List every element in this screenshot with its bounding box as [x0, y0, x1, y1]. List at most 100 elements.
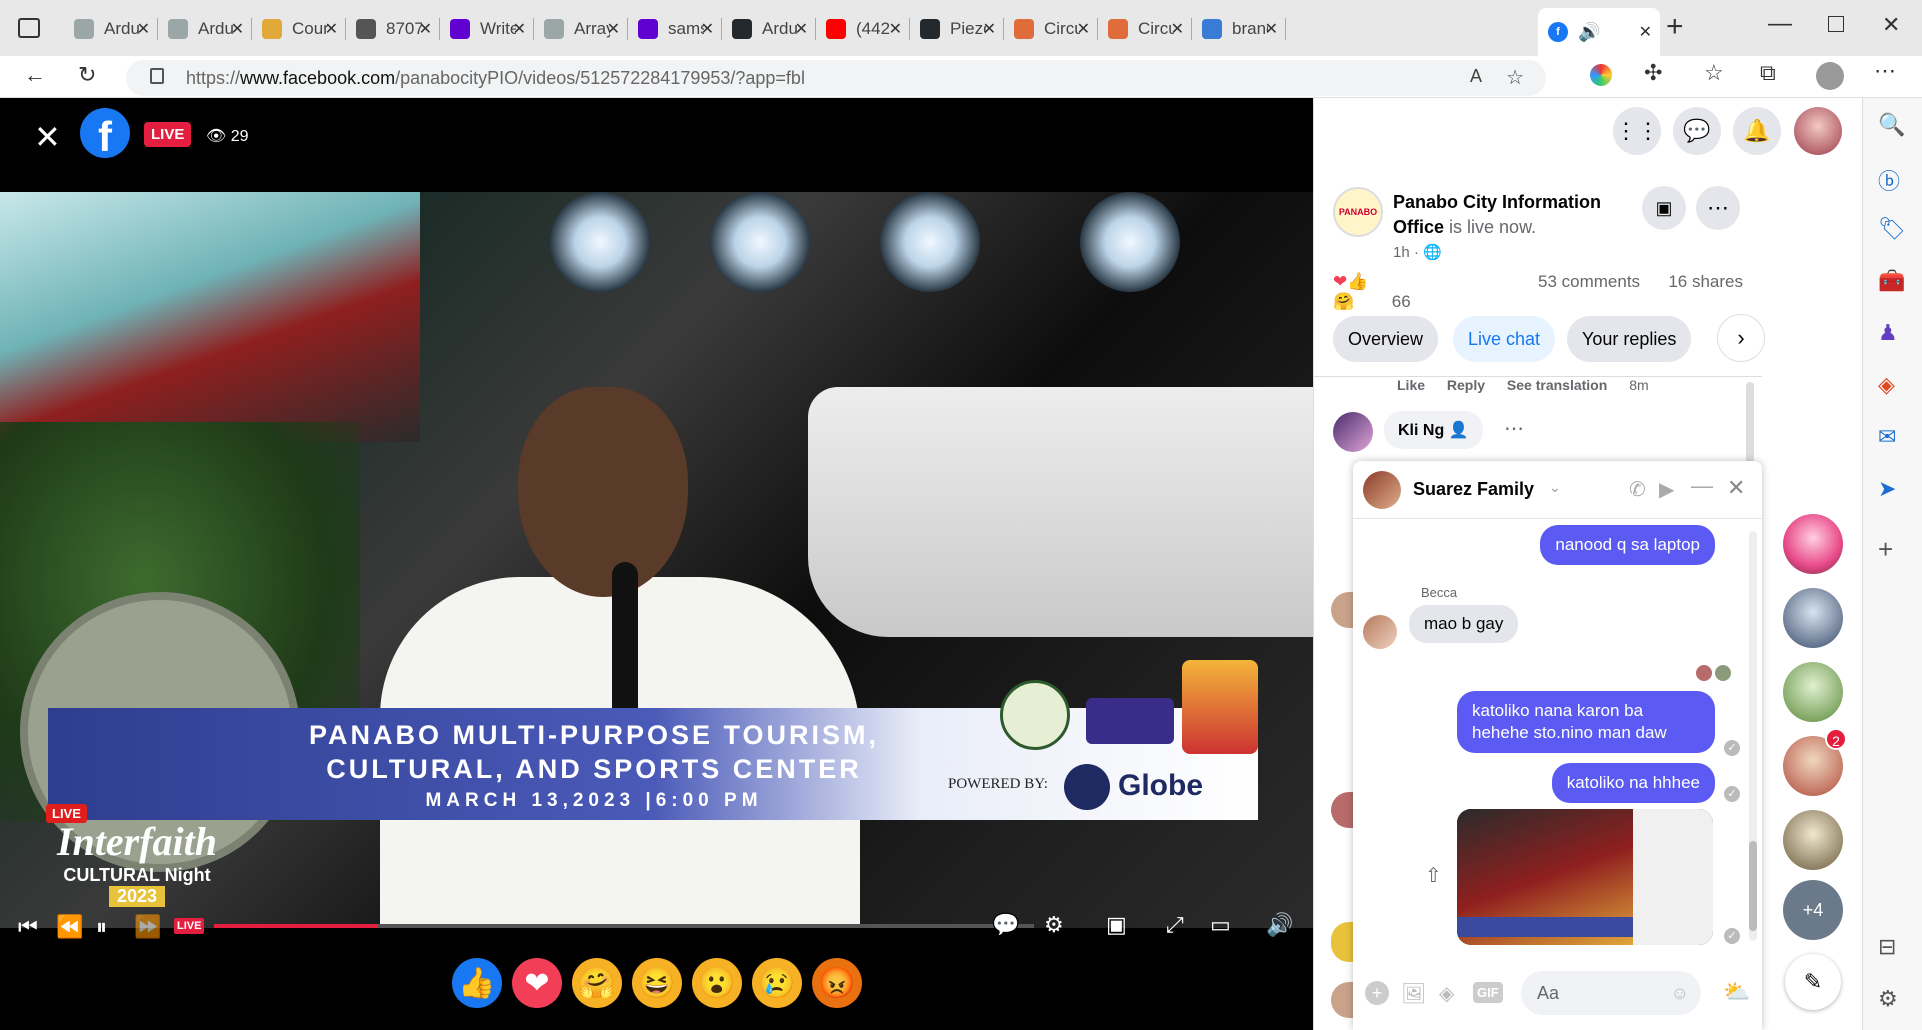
new-tab-button[interactable]: +: [1666, 10, 1684, 44]
tab-actions-icon[interactable]: [18, 18, 40, 38]
close-tab-icon[interactable]: ✕: [795, 19, 808, 39]
close-tab-icon[interactable]: ✕: [701, 19, 714, 39]
facebook-logo[interactable]: f: [80, 108, 130, 158]
sad-reaction-icon[interactable]: 😢: [752, 958, 802, 1008]
progress-bar[interactable]: [214, 924, 1034, 928]
favorites-icon[interactable]: ☆: [1704, 60, 1724, 86]
volume-icon[interactable]: 🔊: [1266, 912, 1293, 938]
commenter-name[interactable]: Kli Ng: [1398, 422, 1444, 439]
tab-live-chat[interactable]: Live chat: [1453, 316, 1556, 362]
close-video-icon[interactable]: ✕: [34, 118, 61, 156]
fullscreen-icon[interactable]: ⤢: [1166, 912, 1184, 938]
skip-back-icon[interactable]: ⏮: [18, 914, 38, 940]
browser-tab[interactable]: sams✕: [628, 10, 722, 48]
add-sidebar-icon[interactable]: +: [1878, 534, 1893, 565]
wow-reaction-icon[interactable]: 😮: [692, 958, 742, 1008]
share-icon[interactable]: ⇧: [1425, 863, 1442, 888]
new-message-icon[interactable]: ✎: [1785, 954, 1841, 1010]
restore-button[interactable]: [1828, 16, 1844, 32]
messenger-icon[interactable]: 💬: [1673, 107, 1721, 155]
tools-icon[interactable]: 🧰: [1878, 268, 1905, 294]
love-reaction-icon[interactable]: ❤: [512, 958, 562, 1008]
sticker-icon[interactable]: ◈: [1439, 981, 1454, 1006]
collections-icon[interactable]: ⧉: [1760, 60, 1776, 86]
sidebar-layout-icon[interactable]: ⊟: [1878, 934, 1896, 960]
browser-tab[interactable]: Piezo✕: [910, 10, 1004, 48]
favorite-star-icon[interactable]: ☆: [1506, 65, 1524, 90]
chat-title[interactable]: Suarez Family: [1413, 479, 1534, 500]
shopping-tag-icon[interactable]: 🏷: [1878, 216, 1906, 242]
browser-tab[interactable]: Circu ✕: [1098, 10, 1192, 48]
live-control-badge[interactable]: LIVE: [174, 918, 205, 934]
browser-tab[interactable]: Ardu ✕: [722, 10, 816, 48]
notifications-bell-icon[interactable]: 🔔: [1733, 107, 1781, 155]
minimize-button[interactable]: —: [1768, 10, 1792, 38]
pause-icon[interactable]: ⏸: [96, 914, 107, 940]
tabs-next-chevron-icon[interactable]: ›: [1717, 314, 1765, 362]
close-window-button[interactable]: ✕: [1882, 12, 1900, 38]
message-right[interactable]: katoliko nana karon ba hehehe sto.nino m…: [1457, 691, 1715, 753]
like-link[interactable]: Like: [1397, 377, 1425, 393]
chat-group-avatar[interactable]: [1363, 471, 1401, 509]
extensions-puzzle-icon[interactable]: ✣: [1644, 60, 1662, 86]
message-left[interactable]: mao b gay: [1409, 605, 1519, 643]
reaction-icons[interactable]: ❤👍🤗: [1333, 272, 1387, 312]
more-menu-icon[interactable]: ⋯: [1874, 58, 1896, 84]
tab-active-facebook[interactable]: f 🔊 ✕: [1538, 8, 1660, 56]
reply-link[interactable]: Reply: [1447, 377, 1485, 393]
chat-scrollbar-thumb[interactable]: [1749, 841, 1757, 931]
close-chat-icon[interactable]: ✕: [1727, 475, 1745, 501]
chat-scrollbar[interactable]: [1749, 531, 1757, 941]
refresh-icon[interactable]: ↻: [78, 62, 96, 88]
close-tab-icon[interactable]: ✕: [607, 19, 620, 39]
call-phone-icon[interactable]: ✆: [1629, 477, 1646, 502]
account-avatar[interactable]: [1794, 107, 1842, 155]
browser-tab[interactable]: (442 ✕: [816, 10, 910, 48]
browser-tab[interactable]: Write ✕: [440, 10, 534, 48]
search-icon[interactable]: 🔍: [1878, 112, 1905, 138]
extension-color-icon[interactable]: [1590, 64, 1612, 86]
close-tab-icon[interactable]: ✕: [137, 19, 150, 39]
gif-icon[interactable]: GIF: [1473, 982, 1503, 1003]
care-reaction-icon[interactable]: 🤗: [572, 958, 622, 1008]
reaction-count[interactable]: 66: [1392, 292, 1411, 311]
video-player[interactable]: ✕ f LIVE 👁 29 PANABO MULTI-PURPOSE TOURI…: [0, 98, 1313, 1030]
speaker-icon[interactable]: 🔊: [1578, 22, 1600, 43]
sender-avatar[interactable]: [1363, 615, 1397, 649]
browser-tab[interactable]: Ardu ✕: [158, 10, 252, 48]
share-count[interactable]: 16 shares: [1668, 272, 1743, 292]
more-contacts-bubble[interactable]: +4: [1783, 880, 1843, 940]
angry-reaction-icon[interactable]: 😡: [812, 958, 862, 1008]
image-attachment[interactable]: [1457, 809, 1713, 945]
commenter-avatar[interactable]: [1333, 412, 1373, 452]
contact-bubble[interactable]: [1783, 662, 1843, 722]
profile-avatar[interactable]: [1816, 62, 1844, 90]
office-icon[interactable]: ◈: [1878, 372, 1895, 398]
pip-icon[interactable]: ▭: [1210, 912, 1231, 938]
translate-link[interactable]: See translation: [1507, 377, 1607, 393]
browser-tab[interactable]: Cour ✕: [252, 10, 346, 48]
browser-tab[interactable]: brand✕: [1192, 10, 1286, 48]
comment-more-icon[interactable]: ⋯: [1504, 416, 1524, 441]
browser-tab[interactable]: Circu ✕: [1004, 10, 1098, 48]
read-aloud-icon[interactable]: A: [1470, 66, 1482, 87]
games-icon[interactable]: ♟: [1878, 320, 1898, 346]
url-field[interactable]: https://www.facebook.com/panabocityPIO/v…: [126, 60, 1546, 96]
close-tab-icon[interactable]: ✕: [1265, 19, 1278, 39]
message-right[interactable]: katoliko na hhhee: [1551, 763, 1715, 803]
comment-count[interactable]: 53 comments: [1538, 272, 1640, 292]
close-tab-icon[interactable]: ✕: [325, 19, 338, 39]
contact-bubble[interactable]: [1783, 810, 1843, 870]
contact-bubble[interactable]: [1783, 514, 1843, 574]
close-tab-icon[interactable]: ✕: [1171, 19, 1184, 39]
haha-reaction-icon[interactable]: 😆: [632, 958, 682, 1008]
emoji-icon[interactable]: ☺: [1671, 971, 1689, 1015]
close-tab-icon[interactable]: ✕: [889, 19, 902, 39]
back-arrow-icon[interactable]: ←: [24, 62, 46, 88]
close-tab-icon[interactable]: ✕: [513, 19, 526, 39]
add-attachment-icon[interactable]: +: [1365, 981, 1389, 1005]
video-call-icon[interactable]: ▶: [1659, 477, 1674, 502]
post-time[interactable]: 1h ·: [1393, 244, 1419, 261]
settings-gear-icon[interactable]: ⚙: [1044, 912, 1064, 938]
close-tab-icon[interactable]: ✕: [231, 19, 244, 39]
